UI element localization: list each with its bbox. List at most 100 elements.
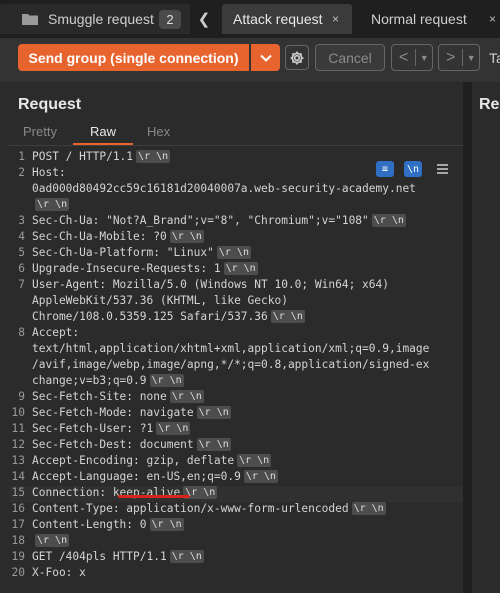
code-line[interactable]: 9 Sec-Fetch-Site: none \r \n (9, 390, 463, 406)
line-number: 9 (18, 390, 25, 403)
code-line[interactable]: 12 Sec-Fetch-Dest: document \r \n (9, 438, 463, 454)
line-content: Sec-Ch-Ua: "Not?A_Brand";v="8", "Chromiu… (32, 214, 369, 227)
request-title: Request (18, 96, 82, 113)
line-text: Sec-Fetch-User: ?1 \r \n (32, 422, 191, 435)
line-number: 15 (11, 486, 25, 499)
panel-splitter[interactable] (463, 82, 472, 593)
line-content: POST / HTTP/1.1 (32, 150, 134, 163)
tab-prev-button[interactable]: ❮ (190, 4, 218, 34)
code-line[interactable]: \r \n (9, 198, 463, 214)
cancel-button[interactable]: Cancel (315, 44, 385, 71)
code-line[interactable]: 16 Content-Type: application/x-www-form-u… (9, 502, 463, 518)
line-number: 4 (18, 230, 25, 243)
send-options-dropdown[interactable] (251, 44, 280, 71)
line-content: change;v=b3;q=0.9 (32, 374, 147, 387)
code-line[interactable]: 0ad000d80492cc59c16181d20040007a.web-sec… (9, 182, 463, 198)
line-number: 14 (11, 470, 25, 483)
chevron-down-icon[interactable]: ▼ (416, 53, 432, 63)
line-content: Sec-Fetch-User: ?1 (32, 422, 154, 435)
line-text: Content-Type: application/x-www-form-url… (32, 502, 386, 515)
line-content: text/html,application/xhtml+xml,applicat… (32, 342, 430, 355)
code-line[interactable]: /avif,image/webp,image/apng,*/*;q=0.8,ap… (9, 358, 463, 374)
line-content: User-Agent: Mozilla/5.0 (Windows NT 10.0… (32, 278, 389, 291)
code-line[interactable]: 14 Accept-Language: en-US,en;q=0.9 \r \n (9, 470, 463, 486)
newline-marker: \r \n (216, 246, 251, 259)
code-line[interactable]: 10 Sec-Fetch-Mode: navigate \r \n (9, 406, 463, 422)
code-line[interactable]: 15 Connection: keep-alive \r \n (9, 486, 463, 502)
tab-attack-request[interactable]: Attack request × (222, 4, 352, 34)
send-group-button[interactable]: Send group (single connection) (18, 44, 249, 71)
newline-marker: \r \n (196, 406, 231, 419)
chevron-down-icon[interactable]: ▼ (463, 53, 479, 63)
line-text: Sec-Ch-Ua-Mobile: ?0 \r \n (32, 230, 204, 243)
code-line[interactable]: AppleWebKit/537.36 (KHTML, like Gecko) (9, 294, 463, 310)
close-icon[interactable]: × (332, 12, 339, 26)
line-content: Content-Type: application/x-www-form-url… (32, 502, 349, 515)
line-text: Accept-Language: en-US,en;q=0.9 \r \n (32, 470, 278, 483)
code-line[interactable]: 11 Sec-Fetch-User: ?1 \r \n (9, 422, 463, 438)
line-text: Chrome/108.0.5359.125 Safari/537.36 \r \n (32, 310, 305, 323)
line-content: 0ad000d80492cc59c16181d20040007a.web-sec… (32, 182, 416, 195)
code-line[interactable]: Chrome/108.0.5359.125 Safari/537.36 \r \n (9, 310, 463, 326)
line-content: Upgrade-Insecure-Requests: 1 (32, 262, 221, 275)
line-text: AppleWebKit/537.36 (KHTML, like Gecko) (32, 294, 288, 307)
code-line[interactable]: 19 GET /404pls HTTP/1.1 \r \n (9, 550, 463, 566)
newline-marker: \r \n (223, 262, 258, 275)
line-text: Sec-Ch-Ua: "Not?A_Brand";v="8", "Chromiu… (32, 214, 406, 227)
newline-marker: \r \n (371, 214, 406, 227)
tab-group-smuggle-request[interactable]: Smuggle request 2 (0, 4, 190, 34)
code-line[interactable]: 8 Accept: (9, 326, 463, 342)
tab-hex[interactable]: Hex (147, 124, 170, 139)
line-text: 0ad000d80492cc59c16181d20040007a.web-sec… (32, 182, 416, 195)
line-number: 3 (18, 214, 25, 227)
code-line[interactable]: text/html,application/xhtml+xml,applicat… (9, 342, 463, 358)
code-line[interactable]: 17 Content-Length: 0 \r \n (9, 518, 463, 534)
code-line[interactable]: change;v=b3;q=0.9 \r \n (9, 374, 463, 390)
line-text: User-Agent: Mozilla/5.0 (Windows NT 10.0… (32, 278, 389, 291)
newline-marker: \r \n (270, 310, 305, 323)
line-text: Accept: (32, 326, 79, 339)
line-text: POST / HTTP/1.1 \r \n (32, 150, 171, 163)
line-number: 1 (18, 150, 25, 163)
code-line[interactable]: 20 X-Foo: x (9, 566, 463, 582)
code-line[interactable]: 6 Upgrade-Insecure-Requests: 1 \r \n (9, 262, 463, 278)
history-back-button[interactable]: < ▼ (391, 44, 433, 71)
gear-icon (290, 51, 304, 64)
code-line[interactable]: 7 User-Agent: Mozilla/5.0 (Windows NT 10.… (9, 278, 463, 294)
line-text: \r \n (32, 198, 70, 211)
close-icon[interactable]: × (489, 12, 496, 26)
line-number: 7 (18, 278, 25, 291)
code-line[interactable]: 5 Sec-Ch-Ua-Platform: "Linux" \r \n (9, 246, 463, 262)
line-text: Host: (32, 166, 66, 179)
request-view-tabs: Pretty Raw Hex ≡ \n (9, 121, 463, 177)
line-text: Sec-Fetch-Site: none \r \n (32, 390, 204, 403)
tab-raw[interactable]: Raw (90, 124, 116, 139)
line-text: /avif,image/webp,image/apng,*/*;q=0.8,ap… (32, 358, 429, 371)
target-label[interactable]: Ta (489, 50, 500, 66)
newline-marker: \r \n (351, 502, 386, 515)
line-content: Sec-Fetch-Dest: document (32, 438, 194, 451)
line-text: change;v=b3;q=0.9 \r \n (32, 374, 184, 387)
line-number: 2 (18, 166, 25, 179)
code-line[interactable]: 18 \r \n (9, 534, 463, 550)
line-content: Accept-Language: en-US,en;q=0.9 (32, 470, 241, 483)
code-line[interactable]: 4 Sec-Ch-Ua-Mobile: ?0 \r \n (9, 230, 463, 246)
tab-group-label: Smuggle request (48, 11, 154, 27)
code-line[interactable]: 13 Accept-Encoding: gzip, deflate \r \n (9, 454, 463, 470)
settings-button[interactable] (285, 45, 309, 70)
code-line[interactable]: 3 Sec-Ch-Ua: "Not?A_Brand";v="8", "Chromi… (9, 214, 463, 230)
line-text: Upgrade-Insecure-Requests: 1 \r \n (32, 262, 258, 275)
tab-normal-request[interactable]: Normal request × (356, 4, 500, 34)
tab-pretty[interactable]: Pretty (23, 124, 57, 139)
newline-marker: \r \n (196, 438, 231, 451)
line-content: Chrome/108.0.5359.125 Safari/537.36 (32, 310, 268, 323)
line-text: text/html,application/xhtml+xml,applicat… (32, 342, 429, 355)
line-text: GET /404pls HTTP/1.1 \r \n (32, 550, 204, 563)
line-number: 20 (11, 566, 25, 579)
newline-marker: \r \n (35, 198, 70, 211)
code-line[interactable]: 2 Host: (9, 166, 463, 182)
request-editor[interactable]: 1 POST / HTTP/1.1 \r \n 2 Host: 0ad000d80492c… (9, 148, 463, 593)
history-forward-button[interactable]: > ▼ (438, 44, 480, 71)
code-line[interactable]: 1 POST / HTTP/1.1 \r \n (9, 150, 463, 166)
line-number: 6 (18, 262, 25, 275)
